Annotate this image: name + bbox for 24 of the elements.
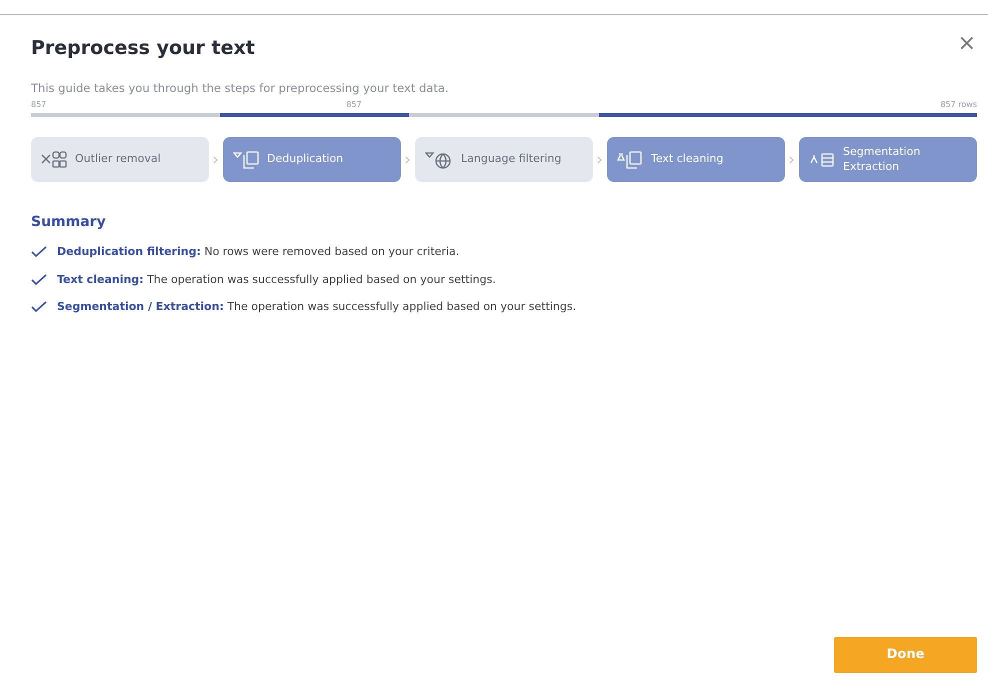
description: This guide takes you through the steps for preprocessing your text data. [31, 80, 450, 97]
step-tab[interactable]: Deduplication [223, 137, 401, 182]
summary-item: Segmentation / Extraction: The operation was successfully applied based on your settings. [57, 299, 576, 316]
checkmark-icon [31, 246, 47, 258]
summary-item: Text cleaning: The operation was successfully applied based on your settings. [57, 272, 496, 288]
row-count: 857 rows [940, 100, 977, 110]
step-tab[interactable]: Text cleaning [607, 137, 785, 182]
summary-item: Deduplication filtering: No rows were removed based on your criteria. [57, 244, 460, 260]
done-button[interactable]: Done [834, 637, 977, 673]
flask-document-icon [617, 150, 643, 169]
filter-globe-icon [425, 150, 453, 169]
split-lines-icon [809, 150, 835, 169]
row-count: 857 [346, 100, 362, 110]
close-button[interactable]: × [954, 31, 980, 57]
scissors-grid-icon [41, 150, 67, 169]
step-tab[interactable]: Segmentation Extraction [799, 137, 977, 182]
checkmark-icon [31, 301, 47, 314]
checkmark-icon [31, 274, 47, 286]
step-tab[interactable]: Outlier removal [31, 137, 209, 182]
step-tab[interactable]: Language filtering [415, 137, 593, 182]
row-count: 857 [31, 100, 46, 110]
dialog-title: Preprocess your text [31, 37, 255, 60]
filter-document-icon [233, 150, 259, 169]
summary-title: Summary [31, 213, 107, 232]
